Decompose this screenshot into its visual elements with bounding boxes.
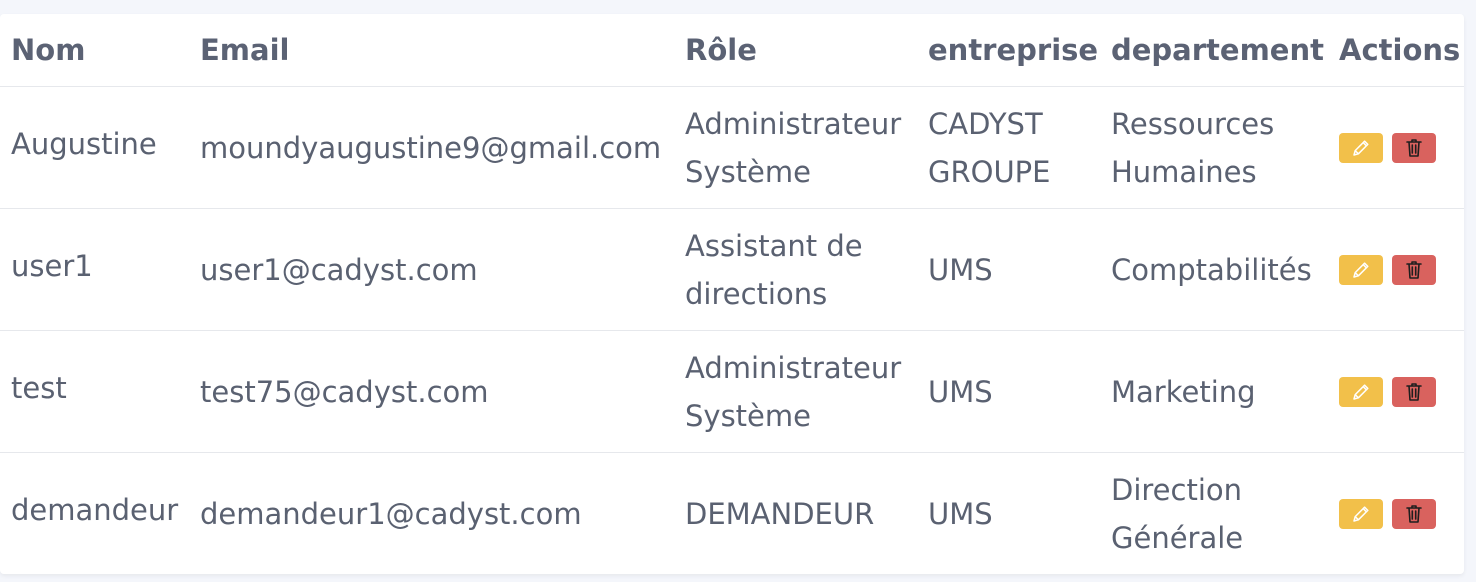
departement-line: Comptabilités [1111, 252, 1312, 287]
table-header-row: Nom Email Rôle entreprise departement Ac… [0, 14, 1464, 87]
cell-nom: Augustine [0, 86, 189, 209]
role-line: DEMANDEUR [685, 496, 875, 531]
table-row: Augustine moundyaugustine9@gmail.com Admin… [0, 86, 1464, 209]
delete-button[interactable] [1392, 498, 1436, 529]
pencil-icon [1351, 504, 1371, 524]
cell-entreprise: UMS [917, 453, 1100, 575]
departement-line: Ressources [1111, 106, 1275, 141]
cell-entreprise: UMS [917, 208, 1100, 331]
delete-button[interactable] [1392, 132, 1436, 163]
trash-icon [1404, 259, 1424, 281]
edit-button[interactable] [1339, 498, 1383, 529]
role-line: directions [685, 276, 828, 311]
table-row: user1 user1@cadyst.com Assistant de directi… [0, 208, 1464, 331]
departement-line: Humaines [1111, 154, 1257, 189]
entreprise-line: UMS [928, 252, 993, 287]
cell-email: moundyaugustine9@gmail.com [189, 86, 674, 209]
role-line: Administrateur [685, 106, 902, 141]
cell-email: user1@cadyst.com [189, 208, 674, 331]
departement-line: Marketing [1111, 374, 1256, 409]
column-header-role[interactable]: Rôle [674, 14, 917, 87]
entreprise-line: UMS [928, 496, 993, 531]
cell-role: DEMANDEUR [674, 453, 917, 575]
row-actions [1339, 498, 1464, 529]
entreprise-line: CADYST [928, 106, 1043, 141]
trash-icon [1404, 503, 1424, 525]
edit-button[interactable] [1339, 132, 1383, 163]
column-header-departement[interactable]: departement [1100, 14, 1328, 87]
pencil-icon [1351, 382, 1371, 402]
cell-role: Administrateur Système [674, 330, 917, 453]
column-header-entreprise[interactable]: entreprise [917, 14, 1100, 87]
cell-entreprise: UMS [917, 330, 1100, 453]
role-line: Assistant de [685, 228, 863, 263]
role-line: Administrateur [685, 350, 902, 385]
users-table: Nom Email Rôle entreprise departement Ac… [0, 14, 1464, 574]
cell-nom: demandeur [11, 493, 179, 527]
cell-departement: Ressources Humaines [1100, 86, 1328, 209]
role-line: Système [685, 154, 811, 189]
delete-button[interactable] [1392, 376, 1436, 407]
departement-line: Générale [1111, 520, 1244, 555]
cell-entreprise: CADYST GROUPE [917, 86, 1100, 209]
entreprise-line: GROUPE [928, 154, 1051, 189]
cell-actions [1328, 330, 1464, 453]
pencil-icon [1351, 138, 1371, 158]
departement-line: Direction [1111, 472, 1243, 507]
column-header-nom[interactable]: Nom [0, 14, 189, 87]
cell-actions [1328, 208, 1464, 331]
cell-departement: Marketing [1100, 330, 1328, 453]
cell-nom: test [0, 330, 189, 453]
cell-departement: Direction Générale [1100, 453, 1328, 575]
table-row: demandeur demandeur1@cadyst.com DEMANDEUR U… [0, 453, 1464, 575]
cell-email: test75@cadyst.com [189, 330, 674, 453]
cell-email: demandeur1@cadyst.com [200, 496, 582, 531]
cell-actions [1328, 453, 1464, 575]
row-actions [1339, 132, 1464, 163]
cell-actions [1328, 86, 1464, 209]
cell-nom: user1 [0, 208, 189, 331]
edit-button[interactable] [1339, 254, 1383, 285]
users-table-card: Nom Email Rôle entreprise departement Ac… [0, 14, 1464, 574]
trash-icon [1404, 381, 1424, 403]
trash-icon [1404, 137, 1424, 159]
column-header-actions: Actions [1328, 14, 1464, 87]
edit-button[interactable] [1339, 376, 1383, 407]
column-header-email[interactable]: Email [189, 14, 674, 87]
table-row: test test75@cadyst.com Administrateur Systè… [0, 330, 1464, 453]
pencil-icon [1351, 260, 1371, 280]
cell-role: Administrateur Système [674, 86, 917, 209]
entreprise-line: UMS [928, 374, 993, 409]
cell-departement: Comptabilités [1100, 208, 1328, 331]
role-line: Système [685, 398, 811, 433]
cell-role: Assistant de directions [674, 208, 917, 331]
delete-button[interactable] [1392, 254, 1436, 285]
row-actions [1339, 376, 1464, 407]
row-actions [1339, 254, 1464, 285]
